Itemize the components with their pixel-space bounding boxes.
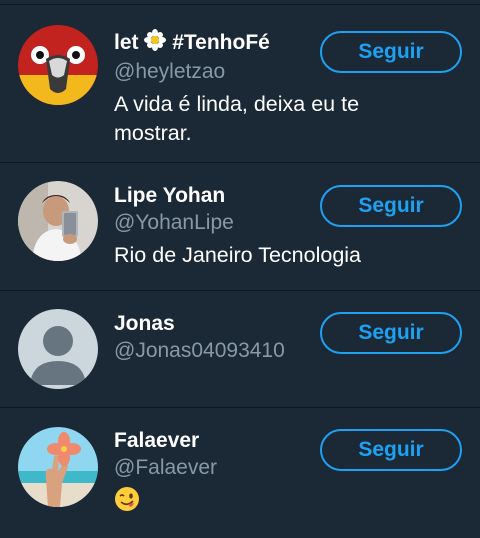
user-bio: Rio de Janeiro Tecnologia bbox=[114, 243, 362, 267]
avatar[interactable] bbox=[18, 181, 98, 261]
user-row[interactable]: Falaever @Falaever Seguir bbox=[0, 408, 480, 538]
follow-button[interactable]: Seguir bbox=[320, 312, 462, 354]
user-bio bbox=[114, 486, 414, 520]
follow-button[interactable]: Seguir bbox=[320, 185, 462, 227]
winking-face-tongue-emoji bbox=[114, 486, 140, 520]
user-row[interactable]: Jonas @Jonas04093410 Seguir bbox=[0, 291, 480, 408]
avatar[interactable] bbox=[18, 25, 98, 105]
user-row[interactable]: Lipe Yohan @YohanLipe Rio de Janeiro Tec… bbox=[0, 163, 480, 291]
follow-button[interactable]: Seguir bbox=[320, 429, 462, 471]
user-bio: A vida é linda, deixa eu te mostrar. bbox=[114, 92, 360, 145]
avatar[interactable] bbox=[18, 427, 98, 507]
follow-button[interactable]: Seguir bbox=[320, 31, 462, 73]
avatar[interactable] bbox=[18, 309, 98, 389]
user-row[interactable]: let #TenhoFé @heyletzao A vida é linda, … bbox=[0, 5, 480, 163]
daisy-icon bbox=[144, 29, 167, 58]
